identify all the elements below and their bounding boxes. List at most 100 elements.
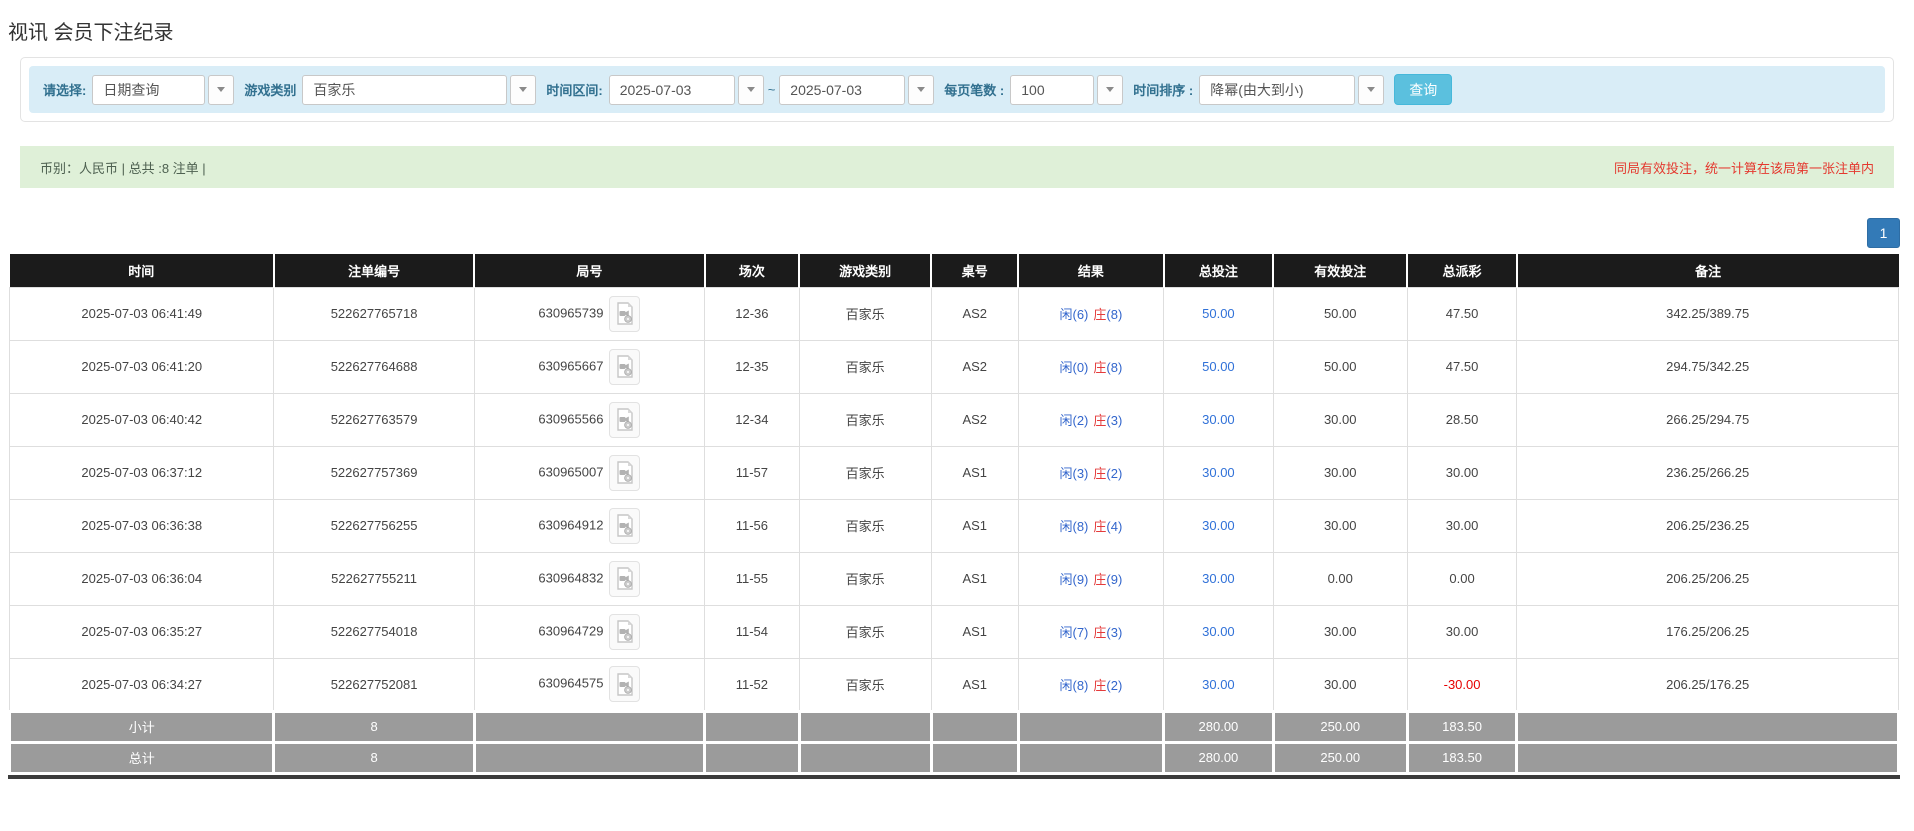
cell-game-type: 百家乐 [799, 499, 931, 552]
summary-valid-bet: 250.00 [1273, 742, 1407, 773]
table-body: 2025-07-03 06:41:49 522627765718 6309657… [10, 287, 1899, 711]
result-banker-number: (2) [1106, 466, 1122, 481]
query-type-value[interactable]: 日期查询 [92, 75, 205, 105]
cell-result: 闲(6)庄(8) [1018, 287, 1163, 340]
table-header: 时间注单编号局号场次游戏类别桌号结果总投注有效投注总派彩备注 [10, 254, 1899, 287]
column-header: 总派彩 [1407, 254, 1517, 287]
column-header: 有效投注 [1273, 254, 1407, 287]
cell-round-id: 630965566 [474, 393, 704, 446]
total-bet-link[interactable]: 50.00 [1202, 306, 1235, 321]
cell-game-type: 百家乐 [799, 340, 931, 393]
round-number: 630965667 [538, 358, 603, 373]
page-size-dropdown-button[interactable] [1097, 75, 1123, 105]
video-icon [615, 408, 635, 431]
cell-payout: -30.00 [1407, 658, 1517, 711]
video-icon [615, 355, 635, 378]
column-header: 桌号 [931, 254, 1018, 287]
total-bet-link[interactable]: 50.00 [1202, 359, 1235, 374]
cell-result: 闲(3)庄(2) [1018, 446, 1163, 499]
round-number: 630964832 [538, 570, 603, 585]
cell-session: 11-54 [705, 605, 799, 658]
result-player: 闲(8) [1060, 519, 1089, 534]
summary-empty-cell [1517, 742, 1899, 773]
time-sort-label: 时间排序 : [1133, 80, 1193, 99]
result-player: 闲(7) [1060, 625, 1089, 640]
chevron-down-icon [217, 87, 225, 92]
cell-bet-id: 522627752081 [274, 658, 474, 711]
cell-note: 294.75/342.25 [1517, 340, 1899, 393]
time-sort-dropdown-button[interactable] [1358, 75, 1384, 105]
column-header: 局号 [474, 254, 704, 287]
currency-total-text: 币别：人民币 | 总共 :8 注单 | [40, 158, 206, 177]
summary-empty-cell [705, 742, 799, 773]
cell-total-bet: 50.00 [1164, 340, 1274, 393]
time-sort-select[interactable]: 降幂(由大到小) [1199, 75, 1384, 105]
cell-round-id: 630965739 [474, 287, 704, 340]
table-row: 2025-07-03 06:36:04 522627755211 6309648… [10, 552, 1899, 605]
cell-round-id: 630964729 [474, 605, 704, 658]
cell-note: 206.25/236.25 [1517, 499, 1899, 552]
cell-time: 2025-07-03 06:36:38 [10, 499, 274, 552]
cell-game-type: 百家乐 [799, 287, 931, 340]
summary-empty-cell [1018, 742, 1163, 773]
cell-round-id: 630964912 [474, 499, 704, 552]
table-row: 2025-07-03 06:41:49 522627765718 6309657… [10, 287, 1899, 340]
summary-row: 总计 8 280.00 250.00 183.50 [10, 742, 1899, 773]
round-number: 630965566 [538, 411, 603, 426]
date-to-value[interactable]: 2025-07-03 [779, 75, 905, 105]
date-from-dropdown-button[interactable] [738, 75, 764, 105]
total-bet-link[interactable]: 30.00 [1202, 677, 1235, 692]
result-banker-number: (2) [1106, 678, 1122, 693]
time-sort-value[interactable]: 降幂(由大到小) [1199, 75, 1355, 105]
cell-result: 闲(8)庄(2) [1018, 658, 1163, 711]
cell-result: 闲(2)庄(3) [1018, 393, 1163, 446]
round-number: 630965739 [538, 305, 603, 320]
cell-session: 11-56 [705, 499, 799, 552]
game-type-value[interactable]: 百家乐 [302, 75, 507, 105]
table-row: 2025-07-03 06:36:38 522627756255 6309649… [10, 499, 1899, 552]
total-bet-link[interactable]: 30.00 [1202, 571, 1235, 586]
cell-bet-id: 522627756255 [274, 499, 474, 552]
cell-result: 闲(7)庄(3) [1018, 605, 1163, 658]
total-bet-link[interactable]: 30.00 [1202, 518, 1235, 533]
video-replay-button[interactable] [609, 666, 640, 702]
video-icon [615, 620, 635, 643]
cell-game-type: 百家乐 [799, 393, 931, 446]
cell-total-bet: 50.00 [1164, 287, 1274, 340]
summary-empty-cell [705, 711, 799, 742]
search-button[interactable]: 查询 [1394, 74, 1452, 105]
page-size-label: 每页笔数 : [944, 80, 1004, 99]
video-replay-button[interactable] [609, 296, 640, 332]
video-replay-button[interactable] [609, 614, 640, 650]
cell-session: 11-57 [705, 446, 799, 499]
query-type-dropdown-button[interactable] [208, 75, 234, 105]
cell-time: 2025-07-03 06:35:27 [10, 605, 274, 658]
cell-note: 206.25/206.25 [1517, 552, 1899, 605]
video-replay-button[interactable] [609, 561, 640, 597]
cell-time: 2025-07-03 06:41:49 [10, 287, 274, 340]
page-1-button[interactable]: 1 [1867, 218, 1900, 248]
video-replay-button[interactable] [609, 402, 640, 438]
date-from-value[interactable]: 2025-07-03 [609, 75, 735, 105]
page-size-select[interactable]: 100 [1010, 75, 1123, 105]
total-bet-link[interactable]: 30.00 [1202, 624, 1235, 639]
video-replay-button[interactable] [609, 349, 640, 385]
total-bet-link[interactable]: 30.00 [1202, 412, 1235, 427]
date-from-select[interactable]: 2025-07-03 [609, 75, 764, 105]
page-size-value[interactable]: 100 [1010, 75, 1094, 105]
query-type-select[interactable]: 日期查询 [92, 75, 234, 105]
cell-valid-bet: 30.00 [1273, 658, 1407, 711]
chevron-down-icon [519, 87, 527, 92]
result-banker-number: (3) [1106, 413, 1122, 428]
valid-bet-note-text: 同局有效投注，统一计算在该局第一张注单内 [1614, 158, 1874, 177]
total-bet-link[interactable]: 30.00 [1202, 465, 1235, 480]
game-type-dropdown-button[interactable] [510, 75, 536, 105]
table-row: 2025-07-03 06:35:27 522627754018 6309647… [10, 605, 1899, 658]
date-to-select[interactable]: 2025-07-03 [779, 75, 934, 105]
game-type-select[interactable]: 百家乐 [302, 75, 536, 105]
video-replay-button[interactable] [609, 508, 640, 544]
cell-table-id: AS1 [931, 658, 1018, 711]
video-replay-button[interactable] [609, 455, 640, 491]
summary-total-bet: 280.00 [1164, 742, 1274, 773]
date-to-dropdown-button[interactable] [908, 75, 934, 105]
